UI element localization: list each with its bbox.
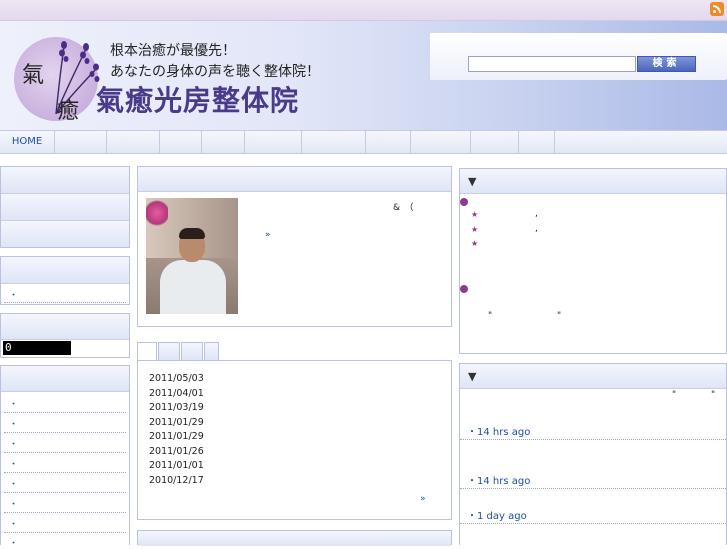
top-strip	[0, 0, 727, 21]
counter-panel: 0	[0, 313, 130, 358]
purple-bullet-icon	[460, 198, 468, 206]
search-box: 検索	[430, 33, 727, 80]
access-counter: 0	[3, 341, 71, 355]
clinic-name[interactable]: 氣癒光房整体院	[96, 79, 299, 119]
divider	[460, 488, 726, 489]
profile-text: & （	[393, 203, 414, 213]
divider	[4, 472, 126, 473]
divider	[460, 439, 726, 440]
news-date[interactable]: 2011/01/01	[149, 460, 204, 471]
news-date[interactable]: 2011/01/29	[149, 417, 204, 428]
left-menu-item-2[interactable]	[1, 194, 129, 221]
nav-item-4[interactable]	[159, 131, 202, 153]
right-info-header: ▼	[460, 169, 726, 194]
nav-item-5[interactable]	[201, 131, 245, 153]
nav-item-11[interactable]	[518, 131, 555, 153]
tab-2[interactable]	[158, 342, 180, 360]
left-menu-panel	[0, 166, 130, 248]
left-category-panel: ・	[0, 256, 130, 305]
nav-item-9[interactable]	[410, 131, 471, 153]
rss-icon[interactable]	[710, 2, 724, 16]
news-date[interactable]: 2011/03/19	[149, 402, 204, 413]
quote-close: "	[557, 311, 562, 321]
divider	[4, 532, 126, 533]
nav-item-8[interactable]	[365, 131, 411, 153]
news-date[interactable]: 2011/04/01	[149, 388, 204, 399]
quote-open: "	[672, 390, 677, 400]
profile-panel: & （ »	[137, 166, 452, 327]
search-input[interactable]	[468, 56, 636, 72]
news-date[interactable]: 2011/05/03	[149, 373, 204, 384]
list-item[interactable]: ・	[9, 437, 18, 450]
tab-4[interactable]	[204, 342, 219, 360]
tweet-time-link[interactable]: ・14 hrs ago	[467, 472, 530, 487]
left-menu-item-3[interactable]	[1, 221, 129, 247]
divider	[4, 412, 126, 413]
triangle-down-icon: ▼	[468, 370, 477, 383]
list-item[interactable]: ・	[9, 397, 18, 410]
counter-header	[1, 314, 129, 340]
tweet-time: 1 day ago	[477, 511, 527, 522]
divider	[4, 492, 126, 493]
profile-more-link[interactable]: »	[265, 230, 271, 240]
profile-header	[138, 167, 451, 192]
divider	[4, 512, 126, 513]
news-date[interactable]: 2011/01/26	[149, 446, 204, 457]
list-item[interactable]: ・	[9, 477, 18, 490]
tweet-time: 14 hrs ago	[477, 427, 531, 438]
quote-close: "	[711, 390, 716, 400]
list-item[interactable]: ・	[9, 517, 18, 530]
right-twitter-panel: ▼ " " ・14 hrs ago ・14 hrs ago ・1 day ago	[459, 363, 727, 545]
news-date[interactable]: 2011/01/29	[149, 431, 204, 442]
list-item[interactable]: ・	[9, 457, 18, 470]
star-icon: ★	[471, 210, 479, 219]
tweet-time: 14 hrs ago	[477, 476, 531, 487]
quote-open: "	[488, 311, 493, 321]
left-menu-item-1[interactable]	[1, 167, 129, 194]
info-comma: ,	[535, 209, 538, 219]
tagline-1: 根本治癒が最優先！	[110, 43, 236, 59]
divider	[4, 302, 126, 303]
logo-kanji-top: 氣	[22, 63, 45, 88]
news-panel: 2011/05/03 2011/04/01 2011/03/19 2011/01…	[137, 360, 452, 520]
search-button[interactable]: 検索	[637, 56, 696, 72]
nav-item-2[interactable]	[54, 131, 107, 153]
left-links-header	[1, 366, 129, 392]
center-bottom-header	[138, 531, 451, 546]
divider	[460, 523, 726, 524]
list-item[interactable]: ・	[9, 536, 18, 549]
triangle-down-icon: ▼	[468, 175, 477, 188]
star-icon: ★	[471, 225, 479, 234]
tab-1[interactable]	[137, 342, 157, 360]
nav-item-3[interactable]	[106, 131, 160, 153]
list-bullet[interactable]: ・	[9, 288, 18, 301]
info-comma: ,	[535, 224, 538, 234]
left-links-panel: ・ ・ ・ ・ ・ ・ ・ ・	[0, 365, 130, 549]
divider	[4, 452, 126, 453]
tab-3[interactable]	[181, 342, 203, 360]
tweet-time-link[interactable]: ・14 hrs ago	[467, 423, 530, 438]
star-icon: ★	[471, 239, 479, 248]
tagline-2: あなたの身体の声を聴く整体院！	[110, 64, 320, 80]
profile-photo	[146, 198, 238, 314]
divider	[4, 432, 126, 433]
nav-item-6[interactable]	[244, 131, 302, 153]
list-item[interactable]: ・	[9, 497, 18, 510]
center-bottom-panel	[137, 530, 452, 546]
news-date[interactable]: 2010/12/17	[149, 475, 204, 486]
logo-kanji-bottom: 癒	[57, 99, 80, 124]
news-more-link[interactable]: »	[420, 494, 426, 504]
purple-bullet-icon	[460, 285, 468, 293]
right-info-panel: ▼ ★ , ★ , ★ " "	[459, 168, 727, 354]
right-twitter-header: ▼	[460, 364, 726, 389]
nav-home[interactable]: HOME	[0, 131, 55, 153]
nav-item-10[interactable]	[470, 131, 519, 153]
site-header: 氣 癒 根本治癒が最優先！ あなたの身体の声を聴く整体院！ 氣癒光房整体院 検索	[0, 21, 727, 130]
list-item[interactable]: ・	[9, 417, 18, 430]
left-category-header	[1, 257, 129, 284]
tweet-time-link[interactable]: ・1 day ago	[467, 507, 527, 522]
main-nav: HOME	[0, 130, 727, 154]
nav-item-7[interactable]	[301, 131, 366, 153]
